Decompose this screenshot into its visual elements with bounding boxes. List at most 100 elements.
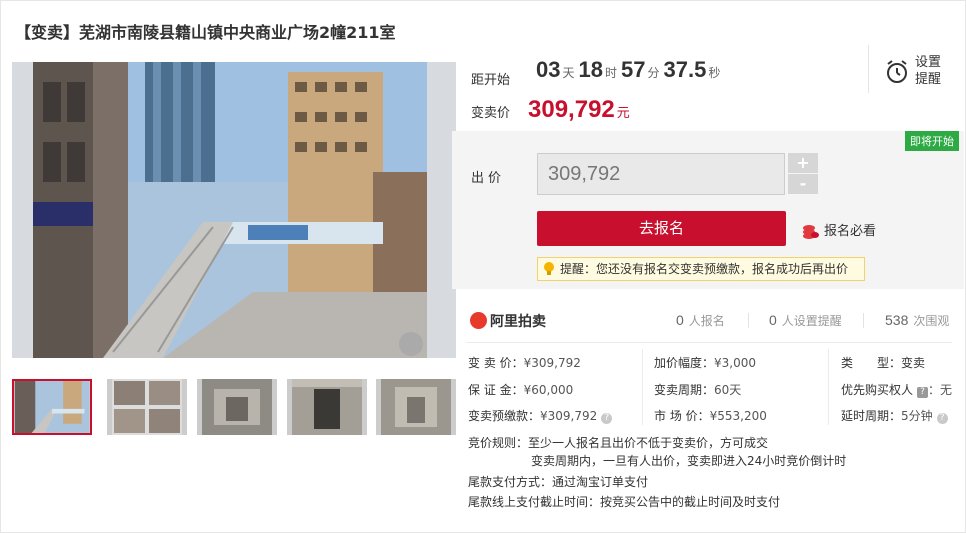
info-delay-label: 延时周期： bbox=[841, 409, 902, 423]
help-icon[interactable]: ? bbox=[601, 413, 613, 424]
property-photo bbox=[33, 62, 427, 358]
views-count-value: 538 bbox=[885, 312, 909, 328]
views-count: 538 次围观 bbox=[885, 312, 949, 329]
info-type: 类 型：变卖 bbox=[841, 354, 925, 371]
alibaba-logo-icon bbox=[470, 312, 487, 329]
sale-price-row: 变卖价 309,792 元 bbox=[471, 96, 630, 124]
info-priority-value: ：无 bbox=[928, 383, 953, 397]
lightbulb-icon bbox=[544, 262, 554, 275]
sale-price-unit: 元 bbox=[616, 106, 630, 121]
sale-price-value: 309,792 bbox=[528, 96, 615, 123]
must-read-label: 报名必看 bbox=[824, 224, 877, 239]
payment-method: 尾款支付方式：通过淘宝订单支付 bbox=[468, 473, 648, 490]
info-sale-price: 变 卖 价：¥309,792 bbox=[468, 354, 581, 371]
reminder-label: 设置 提醒 bbox=[915, 54, 945, 88]
info-deposit: 保 证 金：¥60,000 bbox=[468, 381, 573, 398]
reminders-count-value: 0 bbox=[769, 312, 777, 328]
info-period: 变卖周期：60天 bbox=[654, 381, 741, 398]
main-property-image[interactable] bbox=[12, 62, 456, 358]
info-deposit-label: 保 证 金： bbox=[468, 383, 524, 397]
info-deposit-value: ¥60,000 bbox=[523, 383, 574, 397]
signups-count-value: 0 bbox=[676, 312, 684, 328]
divider bbox=[863, 313, 864, 328]
info-market-price-label: 市 场 价： bbox=[654, 409, 710, 423]
platform-name: 阿里拍卖 bbox=[490, 314, 546, 330]
bid-label: 出价 bbox=[471, 171, 506, 186]
thumbnail-5[interactable] bbox=[376, 379, 456, 435]
set-reminder-button[interactable]: 设置 提醒 bbox=[885, 54, 955, 90]
payment-method-value: 通过淘宝订单支付 bbox=[552, 475, 649, 489]
page-title: 【变卖】芜湖市南陵县籍山镇中央商业广场2幢211室 bbox=[15, 23, 396, 42]
reminder-label-line1: 设置 bbox=[915, 55, 942, 70]
thumbnail-3[interactable] bbox=[197, 379, 277, 435]
bid-rule-label: 竞价规则： bbox=[468, 436, 529, 450]
sale-price-label: 变卖价 bbox=[471, 106, 511, 121]
signup-button[interactable]: 去报名 bbox=[537, 211, 786, 246]
signup-tip: 提醒：您还没有报名交变卖预缴款，报名成功后再出价 bbox=[537, 257, 865, 281]
decrease-bid-button[interactable]: - bbox=[788, 174, 818, 194]
countdown-label: 距开始 bbox=[471, 73, 511, 88]
info-priority-label: 优先购买权人 bbox=[841, 383, 914, 397]
auction-detail-panel: 【变卖】芜湖市南陵县籍山镇中央商业广场2幢211室 距开始 03 天 18 时 … bbox=[0, 0, 966, 533]
auction-info: 阿里拍卖 0 人报名 0 人设置提醒 538 次围观 变 卖 价：¥309,792 保… bbox=[452, 293, 964, 517]
divider bbox=[466, 342, 952, 343]
info-priority-buyer: 优先购买权人? ：无 bbox=[841, 381, 952, 398]
bid-rule-continued: 变卖周期内，一旦有人出价，变卖即进入24小时竞价倒计时 bbox=[531, 454, 847, 468]
increase-bid-button[interactable]: + bbox=[788, 153, 818, 173]
bid-area: 即将开始 出价 309,792 + - 去报名 报名必看 提醒：您还没有报名交变… bbox=[452, 131, 964, 289]
info-type-value: 变卖 bbox=[901, 356, 926, 370]
countdown-minutes: 57 bbox=[621, 57, 646, 82]
info-period-label: 变卖周期： bbox=[654, 383, 715, 397]
payment-deadline-value: 按竞买公告中的截止时间及时支付 bbox=[600, 495, 781, 509]
divider bbox=[828, 349, 829, 425]
countdown-hours-unit: 时 bbox=[604, 66, 617, 80]
info-period-value: 60天 bbox=[714, 383, 742, 397]
tip-text: 提醒：您还没有报名交变卖预缴款，报名成功后再出价 bbox=[560, 262, 849, 276]
payment-deadline: 尾款线上支付截止时间：按竞买公告中的截止时间及时支付 bbox=[468, 493, 780, 510]
info-delay: 延时周期：5分钟? bbox=[841, 407, 948, 424]
info-prepay: 变卖预缴款：¥309,792? bbox=[468, 407, 613, 424]
info-market-price-value: ¥553,200 bbox=[709, 409, 767, 423]
bid-rule: 竞价规则：至少一人报名且出价不低于变卖价，方可成交 bbox=[468, 434, 768, 451]
reminders-count: 0 人设置提醒 bbox=[769, 312, 842, 329]
info-prepay-label: 变卖预缴款： bbox=[468, 409, 541, 423]
thumbnail-4[interactable] bbox=[287, 379, 367, 435]
divider bbox=[748, 313, 749, 328]
countdown-row: 距开始 03 天 18 时 57 分 37.5 秒 bbox=[452, 43, 868, 88]
coins-icon bbox=[803, 224, 819, 239]
platform-logo: 阿里拍卖 bbox=[470, 311, 546, 331]
thumbnail-1[interactable] bbox=[12, 379, 92, 435]
countdown-days: 03 bbox=[536, 57, 561, 82]
info-market-price: 市 场 价：¥553,200 bbox=[654, 407, 767, 424]
signups-count-label: 人报名 bbox=[688, 314, 725, 328]
reminders-count-label: 人设置提醒 bbox=[781, 314, 842, 328]
thumbnail-2[interactable] bbox=[107, 379, 187, 435]
reminder-label-line2: 提醒 bbox=[915, 72, 942, 87]
countdown-seconds: 37.5 bbox=[663, 57, 707, 82]
help-icon[interactable]: ? bbox=[917, 387, 929, 398]
divider bbox=[642, 349, 643, 425]
info-increment: 加价幅度：¥3,000 bbox=[654, 354, 756, 371]
divider bbox=[868, 45, 869, 93]
info-prepay-value: ¥309,792 bbox=[540, 409, 598, 423]
countdown-timer: 03 天 18 时 57 分 37.5 秒 bbox=[536, 57, 724, 83]
status-badge: 即将开始 bbox=[905, 131, 959, 151]
signups-count: 0 人报名 bbox=[676, 312, 725, 329]
bid-amount-input[interactable]: 309,792 bbox=[537, 153, 785, 195]
info-type-label: 类 型： bbox=[841, 356, 902, 370]
info-delay-value: 5分钟 bbox=[901, 409, 933, 423]
info-increment-label: 加价幅度： bbox=[654, 356, 715, 370]
must-read-link[interactable]: 报名必看 bbox=[802, 220, 876, 240]
info-increment-value: ¥3,000 bbox=[714, 356, 757, 370]
info-sale-price-label: 变 卖 价： bbox=[468, 356, 524, 370]
thumbnail-strip bbox=[12, 379, 456, 437]
payment-method-label: 尾款支付方式： bbox=[468, 475, 553, 489]
countdown-minutes-unit: 分 bbox=[647, 66, 660, 80]
help-icon[interactable]: ? bbox=[936, 413, 948, 424]
alarm-clock-icon bbox=[887, 60, 907, 83]
views-count-label: 次围观 bbox=[913, 314, 950, 328]
bid-rule-line1: 至少一人报名且出价不低于变卖价，方可成交 bbox=[528, 436, 769, 450]
countdown-seconds-unit: 秒 bbox=[708, 66, 721, 80]
info-sale-price-value: ¥309,792 bbox=[523, 356, 581, 370]
payment-deadline-label: 尾款线上支付截止时间： bbox=[468, 495, 601, 509]
